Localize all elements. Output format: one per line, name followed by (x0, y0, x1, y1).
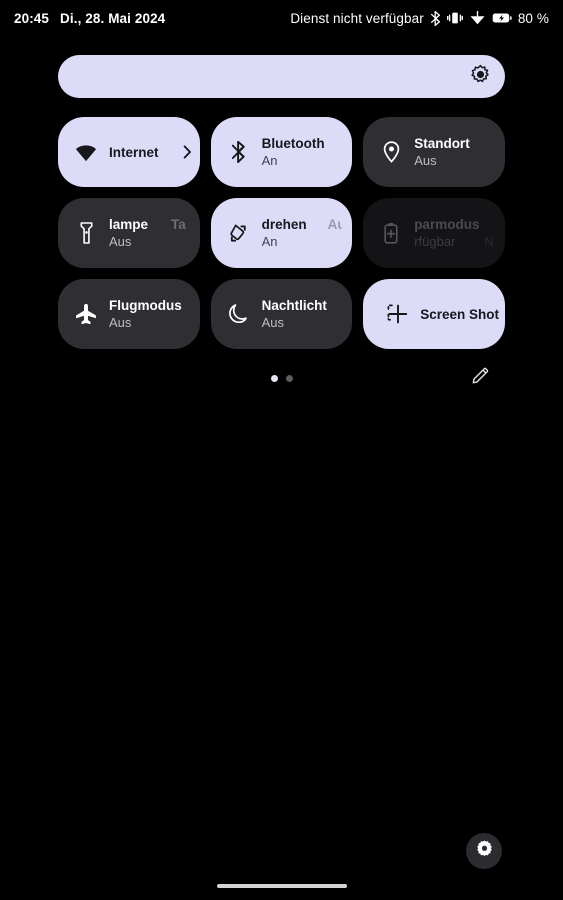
tile-location[interactable]: Standort Aus (363, 117, 505, 187)
tile-battery-saver-text: parmodus rfügbar N (414, 216, 495, 250)
tile-location-subtitle: Aus (414, 153, 437, 168)
tile-bluetooth-subtitle: An (261, 153, 278, 168)
home-indicator[interactable] (216, 884, 347, 888)
tile-row: Internet d27 Ah (58, 117, 505, 187)
tile-battery-saver-subtitle: rfügbar (414, 234, 456, 249)
tile-auto-rotate[interactable]: drehen An Au (210, 198, 353, 268)
bluetooth-icon (430, 10, 441, 26)
tile-night-light-subtitle: Aus (261, 315, 284, 330)
carrier-label: Dienst nicht verfügbar (290, 10, 424, 26)
tile-screenshot-text: Screen Shot (420, 306, 499, 323)
tile-night-light-title: Nachtlicht (261, 298, 327, 313)
flashlight-icon (74, 221, 98, 245)
airplane-icon (74, 302, 98, 326)
tile-airplane-mode-title: Flugmodus (109, 298, 182, 313)
tile-flashlight-subtitle: Aus (109, 234, 132, 249)
chevron-right-icon[interactable] (183, 145, 192, 159)
tile-row: lampe Aus Ta drehen An Au parmodus rfügb… (58, 198, 505, 268)
status-bar-date: Di., 28. Mai 2024 (60, 10, 166, 26)
tile-screenshot[interactable]: Screen Shot (363, 279, 505, 349)
tile-airplane-mode-subtitle: Aus (109, 315, 132, 330)
tile-auto-rotate-ghost-title: Au (327, 217, 343, 232)
brightness-slider[interactable] (58, 55, 505, 98)
tile-airplane-mode[interactable]: Flugmodus Aus (58, 279, 200, 349)
status-bar: 20:45 Di., 28. Mai 2024 Dienst nicht ver… (0, 0, 563, 36)
location-pin-icon (379, 140, 403, 164)
brightness-auto-icon (470, 64, 491, 90)
quick-settings-tile-grid: Internet d27 Ah (58, 117, 505, 349)
tile-location-title: Standort (414, 136, 470, 151)
tile-flashlight-ghost-title: Ta (171, 217, 186, 232)
tile-auto-rotate-text: drehen An Au (262, 216, 343, 250)
screenshot-crosshair-icon (385, 302, 409, 326)
vibrate-icon (446, 11, 463, 25)
tile-bluetooth-title: Bluetooth (261, 136, 325, 151)
status-bar-left: 20:45 Di., 28. Mai 2024 (14, 11, 165, 26)
gear-icon (475, 839, 494, 863)
pencil-icon (471, 366, 490, 390)
tile-flashlight[interactable]: lampe Aus Ta (58, 198, 200, 268)
tile-flashlight-text: lampe Aus Ta (109, 216, 190, 250)
tile-night-light-text: Nachtlicht Aus (262, 297, 343, 331)
tile-screenshot-title: Screen Shot (420, 306, 499, 322)
tile-bluetooth[interactable]: Bluetooth An (210, 117, 353, 187)
status-bar-right: Dienst nicht verfügbar 80 % (290, 10, 549, 26)
settings-button[interactable] (466, 833, 502, 869)
tile-battery-saver-title: parmodus (414, 217, 480, 232)
wifi-icon (74, 140, 98, 164)
tile-airplane-mode-text: Flugmodus Aus (109, 297, 190, 331)
edit-tiles-button[interactable] (467, 365, 493, 391)
tile-battery-saver-ghost-right: N (484, 234, 494, 249)
auto-rotate-icon (227, 221, 251, 245)
tile-battery-saver[interactable]: parmodus rfügbar N (363, 198, 505, 268)
battery-saver-icon (379, 221, 403, 245)
quick-settings-panel: 20:45 Di., 28. Mai 2024 Dienst nicht ver… (0, 0, 563, 900)
tile-location-text: Standort Aus (414, 135, 495, 169)
bluetooth-icon (227, 140, 251, 164)
battery-icon (492, 12, 512, 24)
moon-icon (227, 302, 251, 326)
tile-internet[interactable]: Internet d27 Ah (58, 117, 200, 187)
battery-percent-label: 80 % (517, 10, 549, 26)
tile-night-light[interactable]: Nachtlicht Aus (210, 279, 353, 349)
tile-internet-title: Internet (109, 144, 159, 160)
tile-row: Flugmodus Aus Nachtlicht Aus Screen Shot (58, 279, 505, 349)
page-dot-1[interactable] (270, 374, 278, 382)
tile-internet-text: Internet d27 Ah (109, 144, 190, 161)
tile-auto-rotate-subtitle: An (261, 234, 278, 249)
page-dot-2[interactable] (285, 374, 293, 382)
wifi-icon (469, 10, 486, 25)
tile-bluetooth-text: Bluetooth An (262, 135, 343, 169)
status-bar-clock: 20:45 (14, 10, 50, 26)
